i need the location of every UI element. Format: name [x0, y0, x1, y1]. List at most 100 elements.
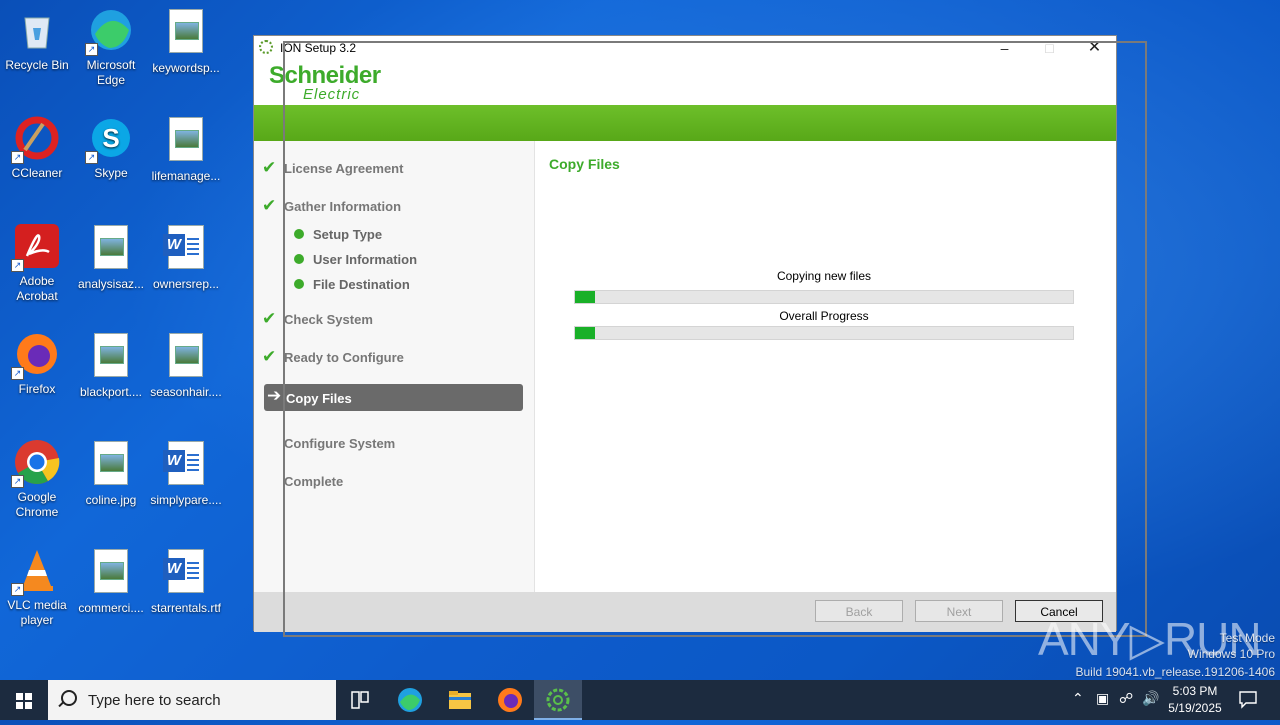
shortcut-arrow-icon: ↗: [85, 151, 98, 164]
image-file-icon: [87, 549, 135, 597]
search-input[interactable]: Type here to search: [88, 692, 221, 709]
desktop-icon[interactable]: Wownersrep...: [150, 222, 222, 292]
image-file-icon: [87, 225, 135, 273]
steps-panel: ✔ License Agreement ✔ Gather Information S…: [254, 141, 535, 592]
desktop-icon-label: Microsoft Edge: [86, 58, 136, 87]
desktop-icon[interactable]: Wstarrentals.rtf: [150, 546, 222, 616]
taskbar-firefox-button[interactable]: [486, 680, 534, 720]
next-button[interactable]: Next: [915, 600, 1003, 622]
desktop-icon[interactable]: lifemanage...: [150, 114, 222, 184]
tray-chevron-up-icon[interactable]: ⌃: [1072, 690, 1084, 707]
desktop-icon[interactable]: ↗ Google Chrome: [1, 438, 73, 520]
progress-bar-overall: [574, 326, 1074, 340]
desktop-icon-label: blackport....: [79, 385, 143, 399]
firefox-icon: ↗: [11, 330, 61, 380]
desktop-icon[interactable]: ↗ Firefox: [1, 330, 73, 397]
progress-label-overall: Overall Progress: [779, 309, 869, 323]
taskbar-explorer-button[interactable]: [436, 680, 484, 720]
desktop-icon-label: Skype: [94, 166, 128, 180]
header-band: [254, 105, 1116, 141]
desktop-icon[interactable]: ↗ Adobe Acrobat: [1, 222, 73, 304]
network-icon[interactable]: ☍: [1119, 690, 1133, 707]
edge-icon: ↗: [85, 6, 135, 56]
desktop-icon-label: Recycle Bin: [5, 58, 69, 72]
clock-date[interactable]: 5/19/2025: [1165, 701, 1225, 715]
firefox-icon: [498, 688, 522, 712]
minimize-button[interactable]: –: [982, 36, 1027, 60]
shortcut-arrow-icon: ↗: [11, 475, 24, 488]
back-button[interactable]: Back: [815, 600, 903, 622]
desktop-icon-label: commerci....: [78, 601, 144, 615]
checkmark-icon: ✔: [262, 158, 277, 177]
word-doc-icon: W: [162, 225, 210, 273]
folder-icon: [449, 691, 471, 709]
step-ready-to-configure: ✔ Ready to Configure: [262, 347, 404, 366]
progress-fill: [575, 327, 595, 339]
shortcut-arrow-icon: ↗: [11, 367, 24, 380]
setup-gear-icon: [546, 688, 570, 712]
desktop-icon[interactable]: ↗ Microsoft Edge: [75, 6, 147, 88]
substep-setup-type: Setup Type: [294, 227, 382, 242]
desktop-icon-label: CCleaner: [11, 166, 63, 180]
desktop-icon-label: starrentals.rtf: [150, 601, 222, 615]
desktop-icon[interactable]: commerci....: [75, 546, 147, 616]
taskbar-setup-button[interactable]: [534, 680, 582, 720]
maximize-button[interactable]: □: [1027, 36, 1072, 60]
desktop-icon[interactable]: ↗ VLC media player: [1, 546, 73, 628]
progress-fill: [575, 291, 595, 303]
shortcut-arrow-icon: ↗: [11, 151, 24, 164]
recycle-bin-icon: [13, 6, 61, 54]
skype-icon: S ↗: [85, 114, 135, 164]
clock-time[interactable]: 5:03 PM: [1165, 684, 1225, 698]
desktop-icon-label: lifemanage...: [151, 169, 221, 183]
shortcut-arrow-icon: ↗: [85, 43, 98, 56]
window-title: ION Setup 3.2: [280, 41, 357, 55]
acrobat-icon: ↗: [11, 222, 61, 272]
desktop-icon[interactable]: S ↗ Skype: [75, 114, 147, 181]
desktop-icon[interactable]: blackport....: [75, 330, 147, 400]
setup-window: ION Setup 3.2 – □ ✕ Schneider Electric ✔…: [253, 35, 1117, 632]
desktop-icon[interactable]: seasonhair....: [150, 330, 222, 400]
bullet-icon: [294, 279, 304, 289]
windows-logo-icon: [16, 693, 32, 709]
desktop-icon[interactable]: analysisaz...: [75, 222, 147, 292]
chrome-icon: ↗: [11, 438, 61, 488]
desktop-icon-label: keywordsp...: [152, 61, 220, 75]
vlc-icon: ↗: [11, 546, 61, 596]
taskbar-edge-button[interactable]: [386, 680, 434, 720]
close-button[interactable]: ✕: [1072, 36, 1117, 60]
tray-device-icon[interactable]: ▣: [1096, 690, 1109, 707]
step-check-system: ✔ Check System: [262, 309, 373, 328]
desktop-icon[interactable]: Recycle Bin: [1, 6, 73, 73]
word-doc-icon: W: [162, 549, 210, 597]
svg-text:S: S: [102, 123, 119, 153]
desktop-icon-label: ownersrep...: [152, 277, 220, 291]
start-button[interactable]: [0, 680, 48, 720]
shortcut-arrow-icon: ↗: [11, 259, 24, 272]
desktop-icon[interactable]: keywordsp...: [150, 6, 222, 76]
setup-gear-icon: [259, 40, 273, 54]
arrow-right-icon: ➔: [267, 386, 282, 405]
word-doc-icon: W: [162, 441, 210, 489]
desktop-icon-label: VLC media player: [7, 598, 67, 627]
windows-edition-text: Windows 10 Pro: [1187, 647, 1275, 661]
taskbar-search[interactable]: Type here to search: [48, 680, 336, 720]
notifications-icon[interactable]: [1238, 689, 1258, 712]
bullet-icon: [294, 254, 304, 264]
step-complete: Complete: [284, 474, 344, 489]
title-bar[interactable]: ION Setup 3.2 – □ ✕: [254, 36, 1116, 60]
desktop-icon-label: analysisaz...: [77, 277, 145, 291]
schneider-logo: Schneider Electric: [269, 62, 381, 103]
desktop-icon[interactable]: coline.jpg: [75, 438, 147, 508]
desktop-icon-label: coline.jpg: [85, 493, 137, 507]
desktop-icon[interactable]: Wsimplypare....: [150, 438, 222, 508]
desktop-icon-label: Firefox: [18, 382, 56, 396]
desktop-icon[interactable]: ↗ CCleaner: [1, 114, 73, 181]
desktop-icon-label: simplypare....: [150, 493, 222, 507]
substep-user-information: User Information: [294, 252, 417, 267]
progress-label-copying: Copying new files: [776, 269, 872, 283]
page-title: Copy Files: [549, 156, 620, 172]
volume-icon[interactable]: 🔊: [1142, 690, 1159, 707]
desktop-icon-label: Adobe Acrobat: [16, 274, 58, 303]
task-view-button[interactable]: [336, 680, 384, 720]
